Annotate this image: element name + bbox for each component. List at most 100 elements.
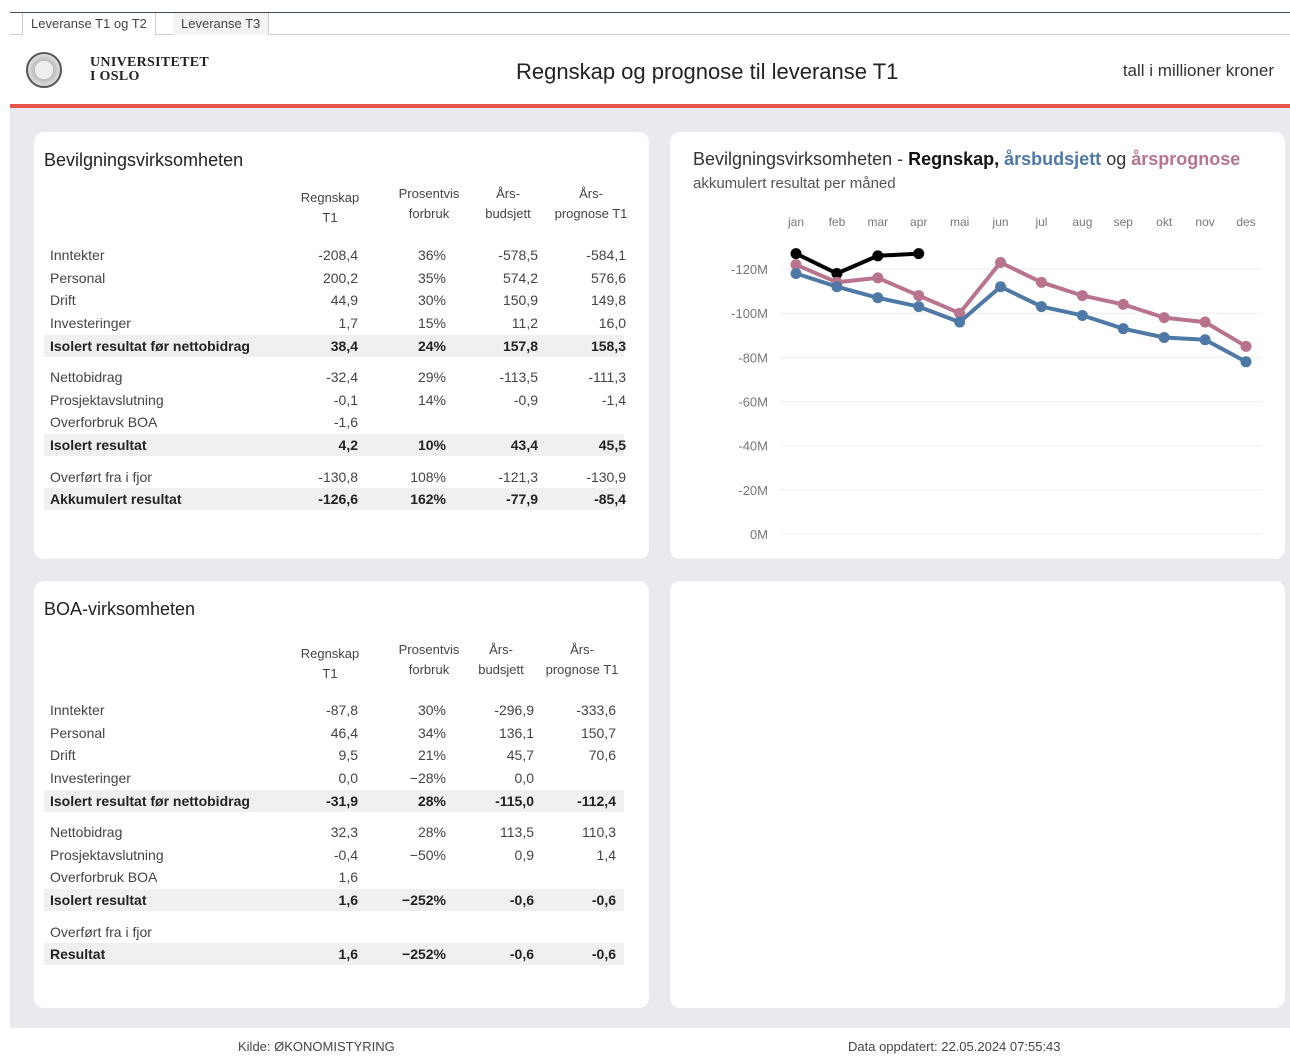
table-cell: 0,0 — [338, 770, 358, 786]
data-point-prognose — [1035, 276, 1047, 288]
table-row: Isolert resultat 1,6 −252% -0,6 -0,6 — [44, 889, 624, 911]
table-cell: 576,6 — [590, 270, 626, 286]
table-cell: -0,6 — [591, 946, 616, 962]
table-cell: -115,0 — [495, 793, 534, 809]
tab-leveranse-t3[interactable]: Leveranse T3 — [173, 13, 270, 36]
table-cell: 34% — [417, 725, 446, 741]
row-label: Isolert resultat før nettobidrag — [50, 793, 250, 809]
table-row: Inntekter -208,4 36% -578,5 -584,1 — [44, 244, 626, 266]
y-tick-label: -100M — [731, 306, 768, 321]
row-label: Overforbruk BOA — [50, 869, 158, 885]
table-cell: 21% — [417, 747, 446, 763]
table-cell: -77,9 — [506, 491, 538, 507]
boa-table-title: BOA-virksomheten — [44, 599, 196, 619]
page-title: Regnskap og prognose til leveranse T1 — [516, 59, 899, 84]
table-cell: 14% — [417, 392, 446, 408]
col-header-prosentvis: Prosentvis forbruk — [398, 186, 460, 221]
row-label: Isolert resultat før nettobidrag — [50, 338, 250, 354]
table-cell: 1,7 — [338, 315, 358, 331]
table-cell: -113,5 — [499, 369, 538, 385]
data-point-regnskap — [872, 250, 884, 262]
table-cell: 10% — [417, 437, 446, 453]
x-tick-label: apr — [910, 215, 927, 229]
table-row: Overført fra i fjor -130,8 108% -121,3 -130,… — [44, 466, 626, 488]
data-point-regnskap — [913, 248, 925, 260]
empty-card — [670, 581, 1285, 1008]
table-cell: 30% — [417, 292, 446, 308]
table-cell: 574,2 — [502, 270, 538, 286]
logo-line-1: UNIVERSITETET — [90, 55, 210, 70]
x-tick-label: nov — [1195, 215, 1214, 229]
table-cell: 0,0 — [514, 770, 534, 786]
col-header-prognose: Års-prognose T1 — [554, 186, 628, 221]
table-row: Investeringer 0,0 −28% 0,0 — [44, 767, 624, 789]
row-label: Inntekter — [50, 247, 105, 263]
data-point-prognose — [1076, 290, 1088, 302]
data-point-budsjett — [831, 281, 843, 293]
table-cell: 43,4 — [510, 437, 538, 453]
table-cell: -208,4 — [318, 247, 358, 263]
table-cell: 9,5 — [338, 747, 358, 763]
x-tick-label: mar — [867, 215, 888, 229]
table-cell: 45,7 — [506, 747, 534, 763]
table-row: Drift 44,9 30% 150,9 149,8 — [44, 289, 626, 311]
table-cell: -584,1 — [586, 247, 626, 263]
table-cell: -0,1 — [333, 392, 358, 408]
table-cell: 11,2 — [511, 315, 538, 331]
table-cell: -0,6 — [509, 946, 534, 962]
data-point-budsjett — [1035, 301, 1047, 313]
table-row: Isolert resultat før nettobidrag -31,9 28%… — [44, 790, 624, 812]
x-tick-label: feb — [829, 215, 846, 229]
table-cell: 70,6 — [588, 747, 616, 763]
table-row: Prosjektavslutning -0,1 14% -0,9 -1,4 — [44, 389, 626, 411]
row-label: Overforbruk BOA — [50, 414, 158, 430]
row-label: Inntekter — [50, 702, 105, 718]
line-chart: -120M -100M -80M -60M -40M -20M 0M jan feb mar apr… — [731, 215, 1262, 542]
data-point-budsjett — [1158, 332, 1170, 344]
university-logo-text: UNIVERSITETET I OSLO — [90, 56, 209, 84]
data-point-prognose — [995, 256, 1007, 268]
table-cell: -130,9 — [586, 469, 626, 485]
x-tick-label: sep — [1114, 215, 1134, 229]
boa-col-header-budsjett: Års-budsjett — [478, 642, 524, 677]
unit-label: tall i millioner kroner — [1122, 61, 1274, 80]
row-label: Nettobidrag — [50, 824, 123, 840]
table-cell: -0,6 — [509, 892, 534, 908]
table-cell: -87,8 — [326, 702, 358, 718]
table-cell: 149,8 — [590, 292, 626, 308]
table-cell: 1,4 — [596, 847, 616, 863]
x-tick-label: okt — [1156, 215, 1173, 229]
tab-leveranse-t1-t2[interactable]: Leveranse T1 og T2 — [22, 13, 156, 37]
table-cell: 15% — [417, 315, 446, 331]
row-label: Personal — [50, 270, 106, 286]
row-label: Isolert resultat — [50, 892, 147, 908]
data-point-budsjett — [1199, 334, 1211, 346]
table-cell: 1,6 — [338, 946, 358, 962]
table-row: Investeringer 1,7 15% 11,2 16,0 — [44, 312, 626, 334]
x-tick-label: jan — [787, 215, 804, 229]
table-row: Akkumulert resultat -126,6 162% -77,9 -85,4 — [44, 488, 626, 510]
x-tick-label: mai — [950, 215, 969, 229]
data-point-budsjett — [954, 316, 966, 328]
data-point-regnskap — [790, 248, 802, 260]
row-label: Overført fra i fjor — [50, 924, 152, 940]
boa-col-header-regnskap: Regnskap T1 — [300, 646, 360, 681]
row-label: Personal — [50, 725, 106, 741]
bevilgning-table-card: Bevilgningsvirksomheten Regnskap T1 Prose… — [34, 132, 649, 559]
data-point-budsjett — [995, 281, 1007, 293]
dashboard-header: UNIVERSITETET I OSLO Regnskap og prognos… — [10, 35, 1290, 108]
x-tick-label: jul — [1034, 215, 1047, 229]
row-label: Nettobidrag — [50, 369, 123, 385]
row-label: Resultat — [50, 946, 106, 962]
x-tick-label: aug — [1072, 215, 1092, 229]
dashboard-area: Bevilgningsvirksomheten Regnskap T1 Prose… — [10, 108, 1290, 1028]
data-point-budsjett — [1076, 309, 1088, 321]
y-tick-label: -40M — [738, 439, 768, 454]
table-cell: -296,9 — [494, 702, 534, 718]
table-cell: -32,4 — [326, 369, 358, 385]
table-row: Resultat 1,6 −252% -0,6 -0,6 — [44, 943, 624, 965]
logo-line-2: I OSLO — [90, 69, 140, 84]
table-row: Personal 46,4 34% 136,1 150,7 — [44, 722, 624, 744]
y-tick-label: -60M — [738, 395, 768, 410]
table-cell: -1,6 — [333, 414, 358, 430]
